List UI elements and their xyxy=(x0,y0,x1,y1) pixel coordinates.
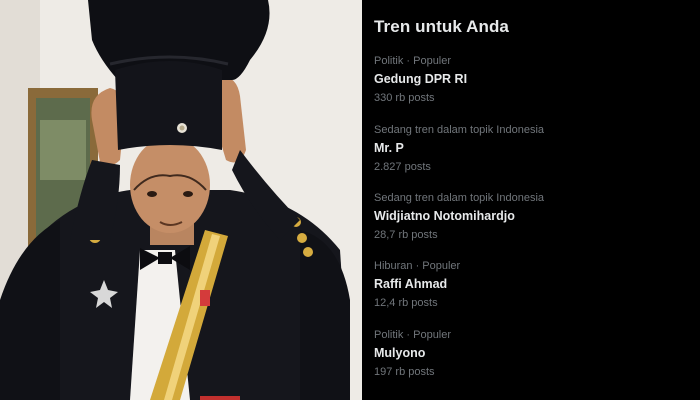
portrait-photo xyxy=(0,0,362,400)
trend-count: 2.827 posts xyxy=(374,161,431,173)
trend-meta: Politik · Populer xyxy=(374,55,452,67)
trend-item-mr-p[interactable]: Sedang tren dalam topik Indonesia Mr. P … xyxy=(374,124,684,174)
trend-count: 197 rb posts xyxy=(374,366,435,378)
trend-count: 12,4 rb posts xyxy=(374,297,438,309)
trend-count: 28,7 rb posts xyxy=(374,229,438,241)
trends-title: Tren untuk Anda xyxy=(374,17,509,36)
trend-meta: Politik · Populer xyxy=(374,329,452,341)
trend-name: Raffi Ahmad xyxy=(374,277,448,291)
trend-name: Mr. P xyxy=(374,141,404,155)
trend-item-raffi-ahmad[interactable]: Hiburan · Populer Raffi Ahmad 12,4 rb po… xyxy=(374,260,684,310)
trend-count: 330 rb posts xyxy=(374,92,435,104)
trend-meta: Sedang tren dalam topik Indonesia xyxy=(374,192,545,204)
trend-meta: Sedang tren dalam topik Indonesia xyxy=(374,124,545,136)
trend-item-widjiatno-notomihardjo[interactable]: Sedang tren dalam topik Indonesia Widjia… xyxy=(374,192,684,242)
trends-panel: Tren untuk Anda Politik · Populer Gedung… xyxy=(362,0,700,400)
trend-name: Gedung DPR RI xyxy=(374,72,468,86)
photo-panel xyxy=(0,0,362,400)
trend-name: Widjiatno Notomihardjo xyxy=(374,209,515,223)
trend-item-mulyono[interactable]: Politik · Populer Mulyono 197 rb posts xyxy=(374,329,684,379)
trend-item-gedung-dpr-ri[interactable]: Politik · Populer Gedung DPR RI 330 rb p… xyxy=(374,55,684,105)
trend-meta: Hiburan · Populer xyxy=(374,260,461,272)
trend-name: Mulyono xyxy=(374,346,426,360)
